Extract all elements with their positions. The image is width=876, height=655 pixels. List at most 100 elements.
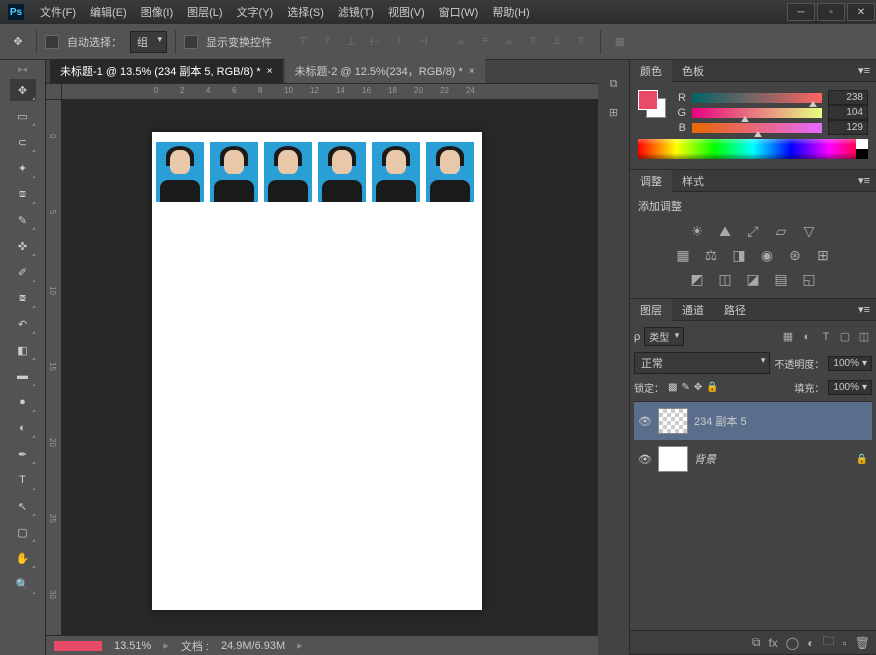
heal-tool[interactable]: ✜ — [10, 235, 36, 257]
visibility-toggle-icon[interactable]: 👁 — [638, 453, 652, 466]
tab-layers[interactable]: 图层 — [630, 299, 672, 321]
fg-color-swatch[interactable] — [638, 90, 658, 110]
tab-color[interactable]: 颜色 — [630, 60, 672, 82]
lut-icon[interactable]: ⊞ — [813, 246, 833, 264]
g-slider[interactable] — [692, 108, 822, 118]
filter-pixel-icon[interactable]: ▦ — [780, 329, 796, 345]
menu-select[interactable]: 选择(S) — [281, 2, 330, 22]
properties-panel-icon[interactable]: ⊞ — [600, 100, 628, 124]
new-adjustment-icon[interactable]: ◐ — [807, 636, 814, 650]
dist-right-icon[interactable]: ⫪ — [570, 31, 592, 53]
lock-all-icon[interactable]: 🔒 — [706, 382, 718, 393]
menu-image[interactable]: 图像(I) — [135, 2, 179, 22]
color-spectrum[interactable] — [638, 139, 868, 159]
pen-tool[interactable]: ✒ — [10, 443, 36, 465]
shape-tool[interactable]: ▢ — [10, 521, 36, 543]
move-tool[interactable]: ✥ — [10, 79, 36, 101]
history-panel-icon[interactable]: ⧉ — [600, 72, 628, 96]
hand-tool[interactable]: ✋ — [10, 547, 36, 569]
document-canvas[interactable] — [152, 132, 482, 610]
dist-top-icon[interactable]: ⫨ — [450, 31, 472, 53]
fg-bg-swatches[interactable] — [638, 90, 666, 118]
layer-filter-dropdown[interactable]: 类型 — [644, 327, 684, 346]
blur-tool[interactable]: ● — [10, 391, 36, 413]
bw-icon[interactable]: ◨ — [729, 246, 749, 264]
add-mask-icon[interactable]: ◯ — [786, 636, 799, 650]
layer-item[interactable]: 👁 背景 🔒 — [634, 440, 872, 478]
zoom-tool[interactable]: 🔍 — [10, 573, 36, 595]
layer-thumbnail[interactable] — [658, 408, 688, 434]
lock-position-icon[interactable]: ✥ — [694, 382, 702, 393]
eyedropper-tool[interactable]: ✎ — [10, 209, 36, 231]
layer-name[interactable]: 背景 — [694, 451, 850, 467]
b-value[interactable]: 129 — [828, 120, 868, 135]
close-tab-icon[interactable]: × — [267, 66, 273, 77]
tab-adjustments[interactable]: 调整 — [630, 170, 672, 192]
align-vcenter-icon[interactable]: ⫯ — [316, 31, 338, 53]
filter-type-icon[interactable]: T — [818, 329, 834, 345]
fill-value[interactable]: 100%▾ — [828, 380, 872, 395]
balance-icon[interactable]: ⚖ — [701, 246, 721, 264]
align-bottom-icon[interactable]: ⊥ — [340, 31, 362, 53]
panel-menu-icon[interactable]: ▾≡ — [852, 303, 876, 316]
filter-smart-icon[interactable]: ◫ — [856, 329, 872, 345]
panel-menu-icon[interactable]: ▾≡ — [852, 174, 876, 187]
close-button[interactable]: ✕ — [847, 3, 875, 21]
auto-select-dropdown[interactable]: 组 — [130, 31, 167, 53]
vibrance-icon[interactable]: ▽ — [799, 222, 819, 240]
show-transform-checkbox[interactable] — [184, 35, 198, 49]
photo-filter-icon[interactable]: ◉ — [757, 246, 777, 264]
brush-tool[interactable]: ✐ — [10, 261, 36, 283]
maximize-button[interactable]: ▫ — [817, 3, 845, 21]
align-left-icon[interactable]: ⊢ — [364, 31, 386, 53]
panel-menu-icon[interactable]: ▾≡ — [852, 64, 876, 77]
posterize-icon[interactable]: ◫ — [715, 270, 735, 288]
delete-layer-icon[interactable]: 🗑 — [855, 636, 870, 650]
history-brush-tool[interactable]: ↶ — [10, 313, 36, 335]
hue-icon[interactable]: ▦ — [673, 246, 693, 264]
auto-align-icon[interactable]: ▦ — [609, 31, 631, 53]
menu-window[interactable]: 窗口(W) — [433, 2, 485, 22]
menu-help[interactable]: 帮助(H) — [486, 2, 535, 22]
g-value[interactable]: 104 — [828, 105, 868, 120]
layer-thumbnail[interactable] — [658, 446, 688, 472]
layer-style-icon[interactable]: fx — [768, 636, 777, 650]
layer-name[interactable]: 234 副本 5 — [694, 413, 868, 429]
type-tool[interactable]: T — [10, 469, 36, 491]
minimize-button[interactable]: ─ — [787, 3, 815, 21]
levels-icon[interactable]: ⛰ — [715, 222, 735, 240]
layer-item[interactable]: 👁 234 副本 5 — [634, 402, 872, 440]
selective-icon[interactable]: ◱ — [799, 270, 819, 288]
stamp-tool[interactable]: ⧇ — [10, 287, 36, 309]
gradient-map-icon[interactable]: ▤ — [771, 270, 791, 288]
menu-file[interactable]: 文件(F) — [34, 2, 82, 22]
tab-styles[interactable]: 样式 — [672, 170, 714, 192]
menu-type[interactable]: 文字(Y) — [231, 2, 280, 22]
dist-bottom-icon[interactable]: ⫨ — [498, 31, 520, 53]
dist-hcenter-icon[interactable]: ⫫ — [546, 31, 568, 53]
align-right-icon[interactable]: ⊣ — [412, 31, 434, 53]
link-layers-icon[interactable]: ⧉ — [752, 635, 761, 650]
menu-view[interactable]: 视图(V) — [382, 2, 431, 22]
auto-select-checkbox[interactable] — [45, 35, 59, 49]
b-slider[interactable] — [692, 123, 822, 133]
new-layer-icon[interactable]: ▫ — [843, 636, 847, 650]
filter-shape-icon[interactable]: ▢ — [837, 329, 853, 345]
new-group-icon[interactable]: 🗀 — [822, 632, 834, 653]
mixer-icon[interactable]: ⊛ — [785, 246, 805, 264]
tab-paths[interactable]: 路径 — [714, 299, 756, 321]
filter-adjust-icon[interactable]: ◐ — [799, 329, 815, 345]
exposure-icon[interactable]: ▱ — [771, 222, 791, 240]
align-top-icon[interactable]: ⊤ — [292, 31, 314, 53]
visibility-toggle-icon[interactable]: 👁 — [638, 415, 652, 428]
close-tab-icon[interactable]: × — [469, 66, 475, 77]
dodge-tool[interactable]: ◐ — [10, 417, 36, 439]
tab-channels[interactable]: 通道 — [672, 299, 714, 321]
align-hcenter-icon[interactable]: ⫮ — [388, 31, 410, 53]
gradient-tool[interactable]: ▬ — [10, 365, 36, 387]
ruler-horizontal[interactable]: 0 2 4 6 8 10 12 14 16 18 20 22 24 — [62, 84, 598, 100]
curves-icon[interactable]: ⤢ — [743, 222, 763, 240]
threshold-icon[interactable]: ◪ — [743, 270, 763, 288]
r-slider[interactable] — [692, 93, 822, 103]
marquee-tool[interactable]: ▭ — [10, 105, 36, 127]
